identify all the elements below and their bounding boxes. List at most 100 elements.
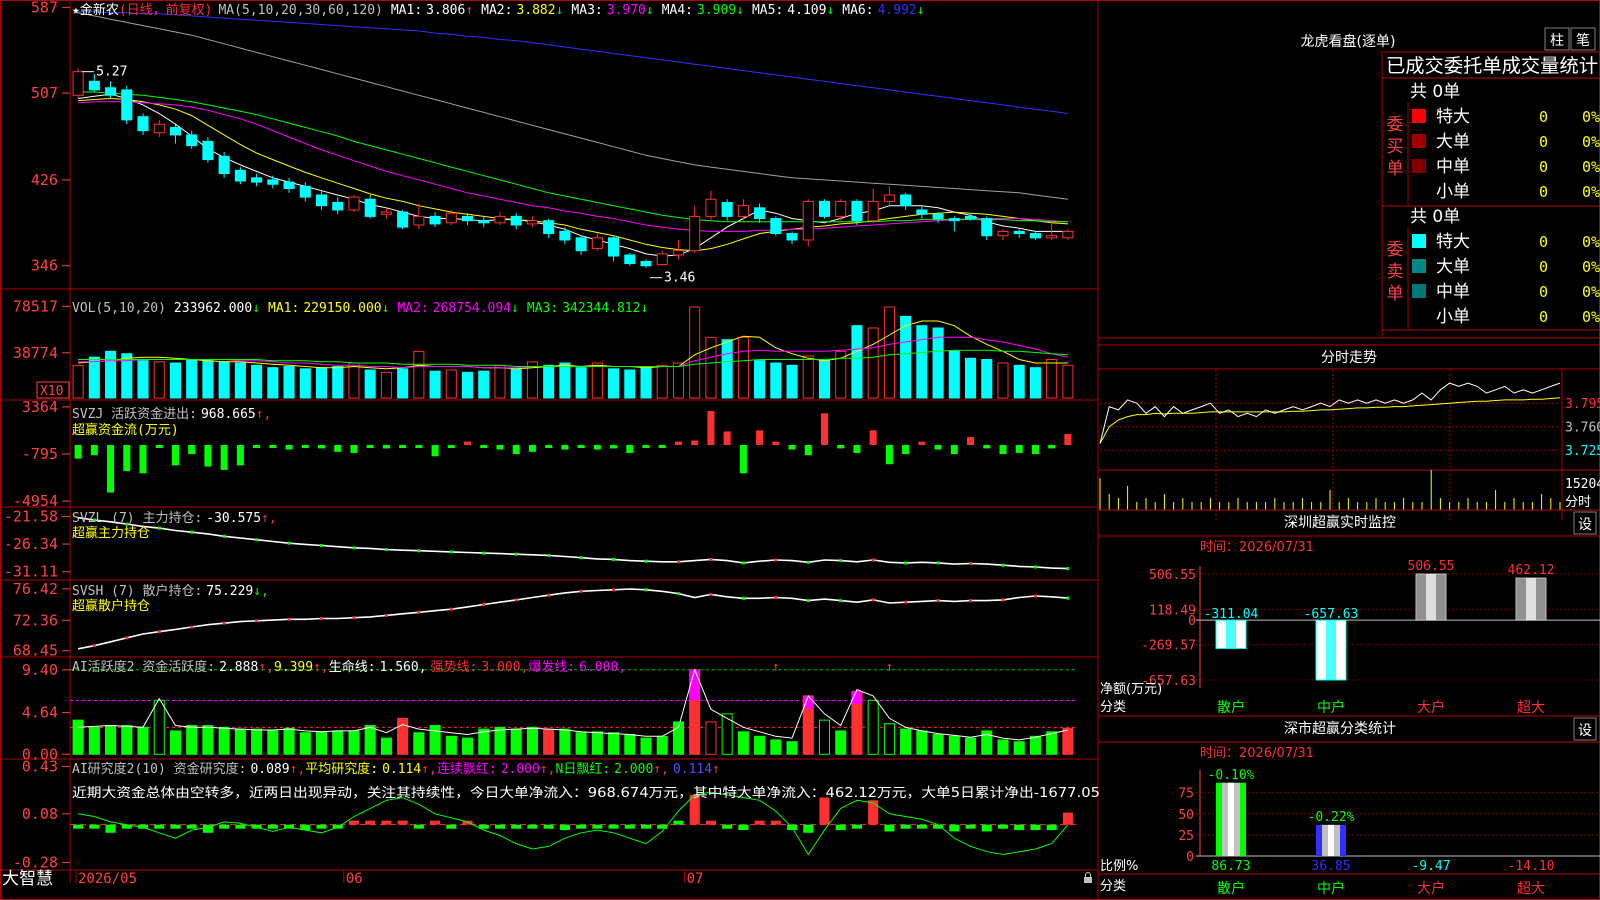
res-bar [559, 824, 570, 831]
arrow-up-icon: ↑, [256, 407, 272, 422]
svsh-dot [969, 599, 973, 603]
vol-bar [315, 367, 328, 399]
ai-bar [932, 734, 944, 755]
vol-bar [640, 366, 652, 399]
order-size-label: 大单 [1436, 257, 1470, 277]
svsh-value: 75.229 [206, 584, 253, 599]
vol-bar [965, 357, 977, 399]
svzl-sublabel: 超赢主力持仓 [72, 525, 150, 541]
svzj-bar [382, 445, 390, 449]
svsh-tick-label: 72.36 [13, 611, 58, 629]
vol-bar [624, 369, 636, 399]
szmon-category-label: 超大 [1517, 700, 1545, 716]
candle [234, 167, 246, 185]
svsh-dot [904, 600, 908, 604]
buy-orders-label-char: 单 [1387, 159, 1404, 179]
candle [851, 199, 863, 225]
ai-bar [608, 732, 620, 755]
svzl-tick-label: -31.11 [4, 563, 58, 581]
ma-header-name: MA3: [571, 3, 602, 18]
szmon-bar [1215, 619, 1247, 649]
vol-bar [997, 362, 1009, 399]
svsh-dot [871, 598, 875, 602]
res-bar [949, 824, 960, 832]
candle [981, 216, 993, 240]
szmon-settings-button[interactable]: 设 [1573, 511, 1597, 535]
szmon-value-label: -657.63 [1304, 607, 1359, 622]
szcls-value-label: 36.85 [1311, 859, 1350, 874]
ai-bar [640, 737, 652, 755]
svzl-tick-label: -21.58 [4, 507, 58, 525]
view-bar-button[interactable]: 柱 [1544, 27, 1570, 51]
svzj-bar [90, 445, 98, 456]
candle [591, 233, 603, 251]
ai-tick-label: 4.64 [22, 704, 58, 722]
svzj-bar [220, 445, 228, 470]
vol-header-name: MA2: [397, 301, 428, 316]
vol-bar [1062, 364, 1074, 399]
candle-body [186, 134, 198, 147]
ma-header-name: MA5: [752, 3, 783, 18]
candle-body [867, 200, 879, 222]
vol-tick-label: 78517 [13, 297, 58, 315]
vol-bar [948, 350, 960, 399]
candle-body [478, 220, 490, 224]
candle-body [1013, 230, 1025, 235]
szmon-category-label: 散户 [1217, 699, 1245, 716]
candle [640, 259, 652, 268]
ai-bar [348, 730, 360, 755]
svsh-dot [352, 616, 356, 620]
arrow-down-icon: ↓ [556, 3, 564, 18]
szcls-settings-button[interactable]: 设 [1573, 717, 1597, 741]
order-pct: 0% [1582, 258, 1600, 276]
vol-bar [981, 359, 993, 399]
arrow-up-icon: ↑ [465, 3, 473, 18]
res-bar [884, 824, 895, 832]
res-cont-label: 连续飘红: [437, 761, 497, 777]
svzj-bar [269, 445, 277, 449]
svsh-dot [417, 610, 421, 614]
svzl-dot [839, 559, 843, 563]
vol-bar [283, 366, 295, 399]
svzj-bar [772, 441, 780, 446]
szcls-value-label: -9.47 [1411, 859, 1450, 874]
szcls-tick-label: 75 [1178, 787, 1194, 802]
res-comment: 近期大资金总体由空转多，近两日出现异动，关注其持续性，今日大单净流入：968.6… [72, 784, 1100, 801]
ai-bar [121, 725, 133, 755]
candle-body [88, 80, 100, 91]
ai-bar [478, 728, 490, 755]
order-size-label: 特大 [1436, 232, 1470, 252]
brand-label: 大智慧 [2, 869, 53, 889]
svzj-bar [496, 445, 504, 450]
legend-swatch [1412, 234, 1426, 248]
svzj-bar [512, 445, 520, 455]
vol-bar [543, 364, 555, 399]
svzj-bar [107, 445, 115, 493]
candle [413, 203, 425, 230]
dragon-subtitle: 已成交委托单成交量统计 [1386, 55, 1598, 77]
candle-body [397, 211, 409, 228]
res-bar [316, 824, 327, 829]
szmon-bar-highlight [1326, 620, 1336, 680]
svzj-bar [869, 430, 877, 446]
szmon-bar [1315, 619, 1347, 681]
svzj-bar [1048, 445, 1056, 449]
svzj-bar [707, 411, 715, 446]
lock-icon[interactable] [1084, 872, 1092, 884]
candle [348, 194, 360, 213]
svzj-bar [334, 445, 342, 452]
candle [737, 199, 749, 221]
svzl-dot [1001, 563, 1005, 567]
vol-bar [462, 371, 474, 399]
vol-header-label: VOL(5,10,20) [72, 301, 166, 316]
svsh-dot [449, 607, 453, 611]
svzj-bar [983, 445, 991, 449]
candle-body [299, 185, 311, 198]
candle-body [364, 198, 376, 217]
view-tick-button[interactable]: 笔 [1570, 27, 1596, 51]
candle-body [851, 200, 863, 222]
ma-line-ma120 [78, 11, 1068, 114]
arrow-down-icon: ↓ [511, 301, 519, 316]
vol-bar [721, 339, 733, 399]
svzj-bar [820, 413, 829, 446]
